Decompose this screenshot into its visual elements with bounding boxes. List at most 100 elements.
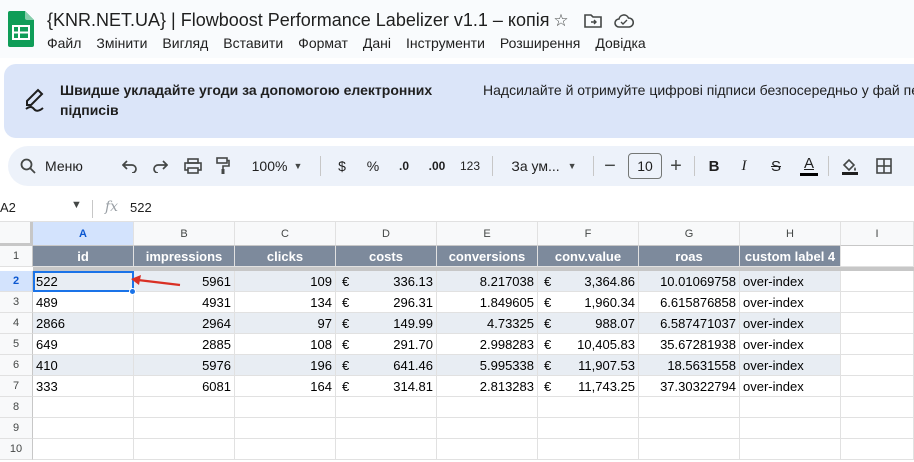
grid-cell[interactable] — [336, 397, 437, 418]
grid-cell[interactable] — [841, 271, 914, 292]
menu-help[interactable]: Довідка — [595, 35, 645, 51]
name-box[interactable]: A2 — [0, 200, 16, 215]
undo-button[interactable] — [120, 154, 140, 178]
increase-decimal-button[interactable]: .00 — [424, 154, 450, 178]
menu-tools[interactable]: Інструменти — [406, 35, 485, 51]
cell-costs[interactable]: €641.46 — [336, 355, 437, 376]
formula-input[interactable]: 522 — [130, 200, 152, 215]
cell-id[interactable]: 489 — [33, 292, 134, 313]
grid-cell[interactable] — [33, 397, 134, 418]
menu-format[interactable]: Формат — [298, 35, 348, 51]
cell-clicks[interactable]: 108 — [235, 334, 336, 355]
grid-cell[interactable] — [841, 334, 914, 355]
cell-conversions[interactable]: 4.73325 — [437, 313, 538, 334]
grid-cell[interactable] — [235, 439, 336, 460]
cell-conv-value[interactable]: €11,743.25 — [538, 376, 639, 397]
grid-cell[interactable] — [841, 292, 914, 313]
cell-costs[interactable]: €291.70 — [336, 334, 437, 355]
grid-cell[interactable] — [437, 418, 538, 439]
cell-id[interactable]: 410 — [33, 355, 134, 376]
cell-costs[interactable]: €149.99 — [336, 313, 437, 334]
cell-custom-label-4[interactable]: over-index — [740, 376, 841, 397]
strikethrough-button[interactable]: S — [766, 154, 786, 178]
cell-conv-value[interactable]: €10,405.83 — [538, 334, 639, 355]
cell-impressions[interactable]: 2885 — [134, 334, 235, 355]
cell-clicks[interactable]: 134 — [235, 292, 336, 313]
cell-conv-value[interactable]: €11,907.53 — [538, 355, 639, 376]
menu-file[interactable]: Файл — [47, 35, 81, 51]
row-header-3[interactable]: 3 — [0, 292, 33, 313]
cell-impressions[interactable]: 4931 — [134, 292, 235, 313]
cell-conversions[interactable]: 2.813283 — [437, 376, 538, 397]
text-color-button[interactable]: A — [798, 154, 820, 178]
row-header-2[interactable]: 2 — [0, 271, 33, 292]
header-cell-costs[interactable]: costs — [336, 246, 437, 267]
cell-clicks[interactable]: 196 — [235, 355, 336, 376]
cell-conversions[interactable]: 1.849605 — [437, 292, 538, 313]
row-header-8[interactable]: 8 — [0, 397, 33, 418]
grid-cell[interactable] — [841, 418, 914, 439]
cloud-saved-icon[interactable] — [614, 11, 634, 31]
row-header-4[interactable]: 4 — [0, 313, 33, 334]
row-header-5[interactable]: 5 — [0, 334, 33, 355]
grid-cell[interactable] — [841, 246, 914, 267]
grid-cell[interactable] — [639, 397, 740, 418]
spreadsheet-grid[interactable]: A B C D E F G H I 1 2 3 4 5 6 7 8 9 10 id impressions clicks c… — [0, 222, 914, 462]
chevron-down-icon[interactable]: ▼ — [71, 199, 82, 211]
currency-format-button[interactable]: $ — [332, 154, 352, 178]
cell-impressions[interactable]: 5976 — [134, 355, 235, 376]
grid-cell[interactable] — [538, 439, 639, 460]
grid-cell[interactable] — [33, 439, 134, 460]
redo-button[interactable] — [150, 154, 170, 178]
grid-cell[interactable] — [235, 397, 336, 418]
column-header-h[interactable]: H — [740, 222, 841, 246]
grid-cell[interactable] — [437, 439, 538, 460]
cell-conv-value[interactable]: €3,364.86 — [538, 271, 639, 292]
search-menus-button[interactable]: Меню — [20, 154, 83, 178]
cell-roas[interactable]: 10.01069758 — [639, 271, 740, 292]
cell-costs[interactable]: €336.13 — [336, 271, 437, 292]
cell-roas[interactable]: 37.30322794 — [639, 376, 740, 397]
grid-cell[interactable] — [33, 418, 134, 439]
print-button[interactable] — [183, 154, 203, 178]
document-title[interactable]: {KNR.NET.UA} | Flowboost Performance Lab… — [47, 10, 549, 31]
header-cell-conversions[interactable]: conversions — [437, 246, 538, 267]
cell-costs[interactable]: €296.31 — [336, 292, 437, 313]
column-header-c[interactable]: C — [235, 222, 336, 246]
column-header-i[interactable]: I — [841, 222, 914, 246]
grid-cell[interactable] — [841, 313, 914, 334]
cell-conv-value[interactable]: €988.07 — [538, 313, 639, 334]
grid-cell[interactable] — [639, 418, 740, 439]
cell-id[interactable]: 2866 — [33, 313, 134, 334]
header-cell-id[interactable]: id — [33, 246, 134, 267]
grid-cell[interactable] — [841, 355, 914, 376]
grid-cell[interactable] — [538, 418, 639, 439]
column-header-g[interactable]: G — [639, 222, 740, 246]
decrease-decimal-button[interactable]: .0 — [393, 154, 415, 178]
row-header-1[interactable]: 1 — [0, 246, 33, 267]
sheets-logo-icon[interactable] — [8, 11, 34, 47]
cell-impressions[interactable]: 2964 — [134, 313, 235, 334]
cell-conv-value[interactable]: €1,960.34 — [538, 292, 639, 313]
grid-cell[interactable] — [437, 397, 538, 418]
grid-cell[interactable] — [841, 397, 914, 418]
cell-conversions[interactable]: 5.995338 — [437, 355, 538, 376]
cell-costs[interactable]: €314.81 — [336, 376, 437, 397]
grid-cell[interactable] — [134, 418, 235, 439]
cell-custom-label-4[interactable]: over-index — [740, 355, 841, 376]
grid-cell[interactable] — [235, 418, 336, 439]
grid-cell[interactable] — [336, 418, 437, 439]
grid-cell[interactable] — [336, 439, 437, 460]
percent-format-button[interactable]: % — [363, 154, 383, 178]
grid-cell[interactable] — [740, 439, 841, 460]
row-header-6[interactable]: 6 — [0, 355, 33, 376]
grid-cell[interactable] — [134, 397, 235, 418]
fill-color-button[interactable] — [840, 154, 860, 178]
column-header-d[interactable]: D — [336, 222, 437, 246]
menu-insert[interactable]: Вставити — [223, 35, 283, 51]
header-cell-conv-value[interactable]: conv.value — [538, 246, 639, 267]
menu-data[interactable]: Дані — [363, 35, 391, 51]
cell-custom-label-4[interactable]: over-index — [740, 334, 841, 355]
menu-extensions[interactable]: Розширення — [500, 35, 580, 51]
grid-cell[interactable] — [639, 439, 740, 460]
